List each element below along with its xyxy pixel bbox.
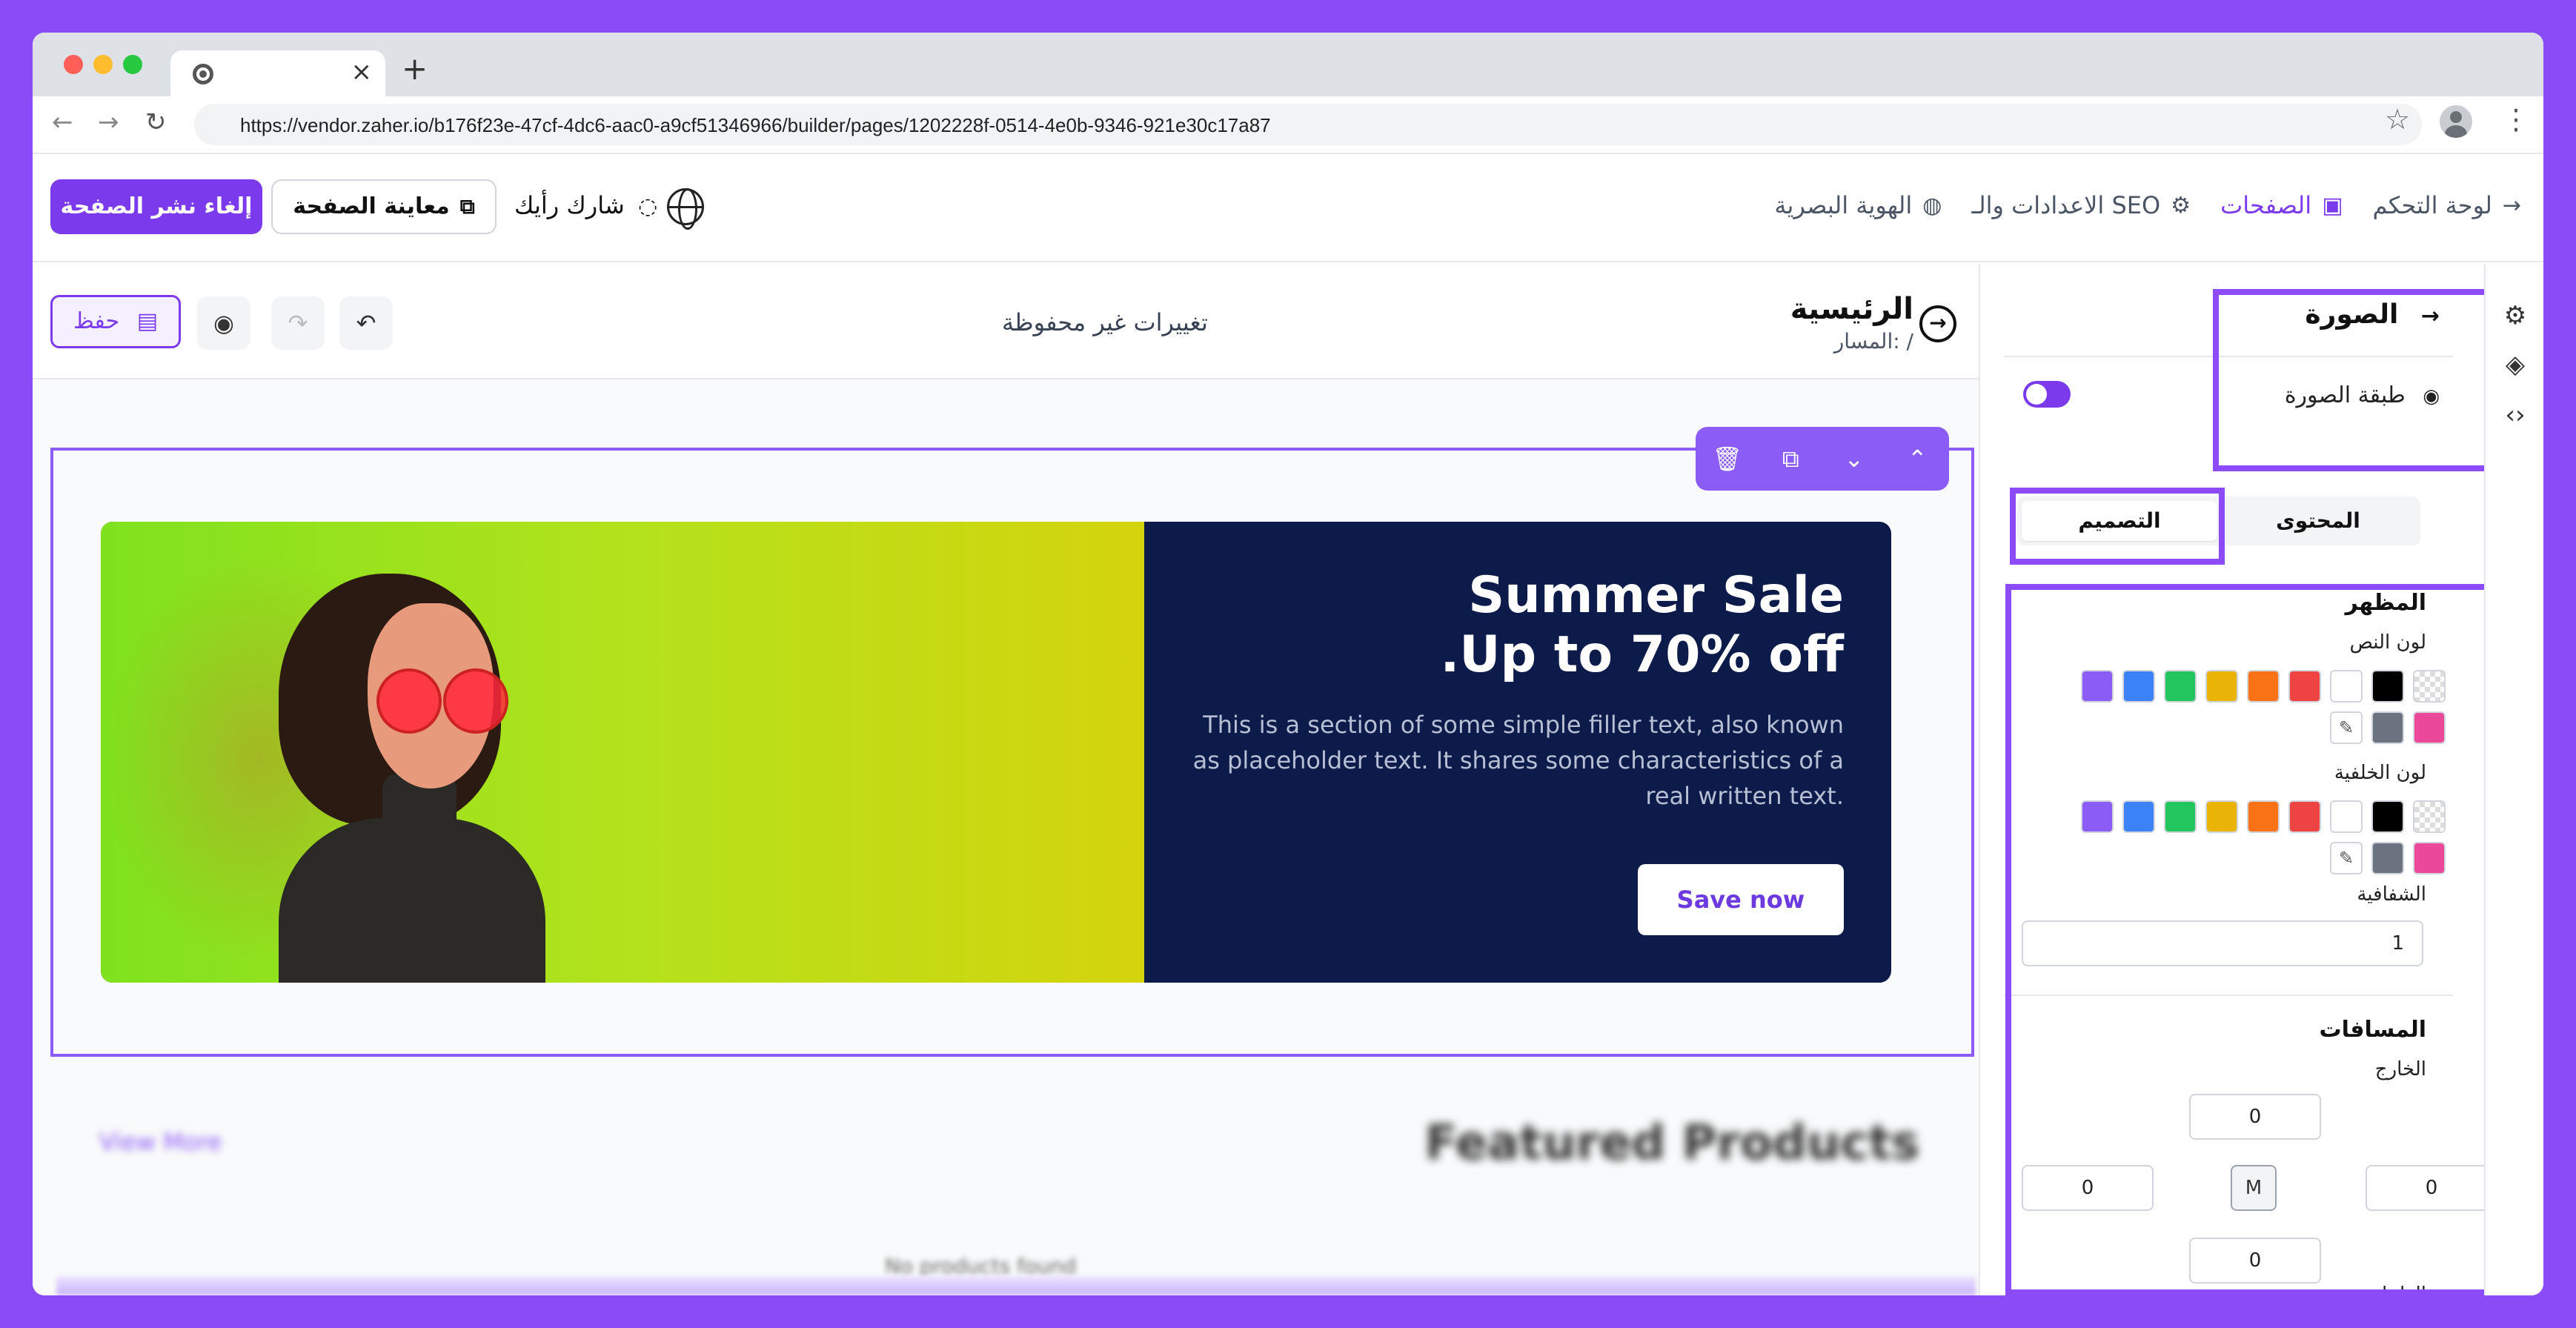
layers-icon[interactable]: ◈: [2486, 350, 2543, 379]
browser-menu-icon[interactable]: ⋮: [2502, 105, 2530, 133]
page-editor: حفظ ▤ ◉ ↷ ↶ تغييرات غير محفوظة الرئيسية …: [33, 264, 1979, 1295]
nav-pages-label: الصفحات: [2220, 191, 2312, 219]
section-divider: [56, 1276, 1976, 1295]
banner-image[interactable]: [101, 522, 1144, 983]
page-title: الرئيسية: [1790, 292, 1913, 326]
nav-brand-label: الهوية البصرية: [1774, 191, 1913, 219]
tab-strip: × +: [33, 33, 2543, 96]
address-bar-row: ← → ↻ https://vendor.zaher.io/b176f23e-4…: [33, 96, 2543, 154]
banner-heading-line1[interactable]: Summer Sale: [1177, 566, 1844, 625]
duplicate-icon[interactable]: ⧉: [1768, 445, 1813, 474]
empty-products-text: No products found: [885, 1254, 1077, 1278]
unsaved-status: تغييرات غير محفوظة: [1002, 308, 1208, 336]
gear-icon: ⚙: [2171, 192, 2191, 219]
save-button[interactable]: حفظ ▤: [50, 295, 181, 348]
bookmark-star-icon[interactable]: ☆: [2385, 105, 2410, 133]
url-text: https://vendor.zaher.io/b176f23e-47cf-4d…: [240, 114, 1271, 136]
external-link-icon: ⧉: [459, 194, 475, 219]
section-toolbar: 🗑 ⧉ ⌄ ⌃: [1696, 427, 1949, 491]
profile-icon[interactable]: [2440, 105, 2472, 138]
chrome-favicon-icon: [193, 64, 213, 84]
back-icon[interactable]: ←: [52, 110, 73, 135]
preview-label: معاينة الصفحة: [293, 193, 450, 219]
close-window-button[interactable]: [64, 55, 83, 74]
forward-icon[interactable]: →: [98, 110, 119, 135]
preview-eye-button[interactable]: ◉: [197, 296, 250, 350]
body-shape: [279, 818, 545, 983]
nav-pages[interactable]: ▣ الصفحات: [2220, 191, 2343, 219]
chat-bubble-icon: ◌: [637, 193, 658, 219]
nav-brand-identity[interactable]: ◍ الهوية البصرية: [1774, 191, 1942, 219]
settings-panel: الصورة → طبقة الصورة ◉ المحتوى التصميم ا…: [1979, 264, 2505, 1295]
globe-icon[interactable]: [667, 188, 704, 230]
design-section-highlight: [2005, 584, 2505, 1295]
minimize-window-button[interactable]: [93, 55, 113, 74]
layer-toggle[interactable]: [2023, 381, 2071, 408]
redo-icon: ↷: [288, 309, 308, 337]
top-nav: → لوحة التحكم ▣ الصفحات ⚙ الاعدادات والـ…: [1774, 191, 2521, 219]
page-path: المسار: /: [1833, 329, 1913, 353]
undo-button[interactable]: ↶: [339, 296, 393, 350]
featured-products-title: Featured Products: [1424, 1116, 1919, 1171]
view-more-link[interactable]: View More: [99, 1128, 222, 1156]
undo-icon: ↶: [356, 309, 376, 337]
preview-button[interactable]: معاينة الصفحة ⧉: [271, 179, 497, 234]
unpublish-button[interactable]: إلغاء نشر الصفحة: [50, 179, 262, 234]
trash-icon[interactable]: 🗑: [1705, 445, 1750, 473]
settings-gear-icon[interactable]: ⚙: [2486, 301, 2543, 331]
feedback-button[interactable]: شارك رأيك ◌: [514, 191, 657, 219]
title-highlight: [2213, 289, 2496, 471]
banner-description[interactable]: This is a section of some simple filler …: [1177, 707, 1844, 814]
banner-heading-line2[interactable]: .Up to 70% off: [1177, 625, 1844, 685]
new-tab-button[interactable]: +: [402, 53, 428, 84]
save-now-button[interactable]: Save now: [1638, 864, 1844, 935]
page-title-block: الرئيسية المسار: /: [1790, 292, 1913, 353]
right-rail: ⚙ ◈ ‹›: [2484, 264, 2543, 1295]
url-bar[interactable]: https://vendor.zaher.io/b176f23e-47cf-4d…: [194, 104, 2422, 145]
save-label: حفظ: [73, 308, 120, 334]
browser-window: × + ← → ↻ https://vendor.zaher.io/b176f2…: [33, 33, 2543, 1295]
sunglasses-right: [443, 668, 508, 734]
floppy-icon: ▤: [136, 308, 159, 334]
feedback-label: شارك رأيك: [514, 191, 625, 219]
reload-icon[interactable]: ↻: [145, 110, 167, 135]
eye-icon: ◉: [213, 309, 234, 337]
nav-settings-label: الاعدادات والـ SEO: [1971, 191, 2161, 219]
move-up-icon[interactable]: ⌃: [1895, 445, 1939, 473]
tab-close-icon[interactable]: ×: [351, 59, 373, 84]
design-tab-highlight: [2010, 488, 2225, 565]
pages-icon: ▣: [2322, 192, 2343, 219]
nav-dashboard-label: لوحة التحكم: [2372, 191, 2492, 219]
maximize-window-button[interactable]: [123, 55, 142, 74]
browser-tab[interactable]: ×: [170, 50, 385, 96]
back-circle-icon[interactable]: →: [1919, 305, 1956, 342]
arrow-right-icon: →: [2502, 192, 2521, 219]
palette-icon: ◍: [1922, 192, 1942, 219]
nav-dashboard[interactable]: → لوحة التحكم: [2373, 191, 2521, 219]
woman-photo: [234, 574, 553, 983]
banner-text: Summer Sale .Up to 70% off This is a sec…: [1177, 566, 1844, 814]
app-header: إلغاء نشر الصفحة معاينة الصفحة ⧉ شارك رأي…: [33, 154, 2543, 262]
code-icon[interactable]: ‹›: [2486, 400, 2543, 430]
editor-toolbar: حفظ ▤ ◉ ↷ ↶ تغييرات غير محفوظة الرئيسية …: [33, 264, 1979, 379]
next-section-preview: Featured Products View More No products …: [33, 1086, 1979, 1295]
tab-content[interactable]: المحتوى: [2220, 501, 2416, 541]
redo-button[interactable]: ↷: [271, 296, 325, 350]
sale-banner[interactable]: Summer Sale .Up to 70% off This is a sec…: [101, 522, 1891, 983]
move-down-icon[interactable]: ⌄: [1832, 445, 1876, 473]
sunglasses-left: [376, 668, 442, 734]
nav-settings-seo[interactable]: ⚙ الاعدادات والـ SEO: [1971, 191, 2191, 219]
